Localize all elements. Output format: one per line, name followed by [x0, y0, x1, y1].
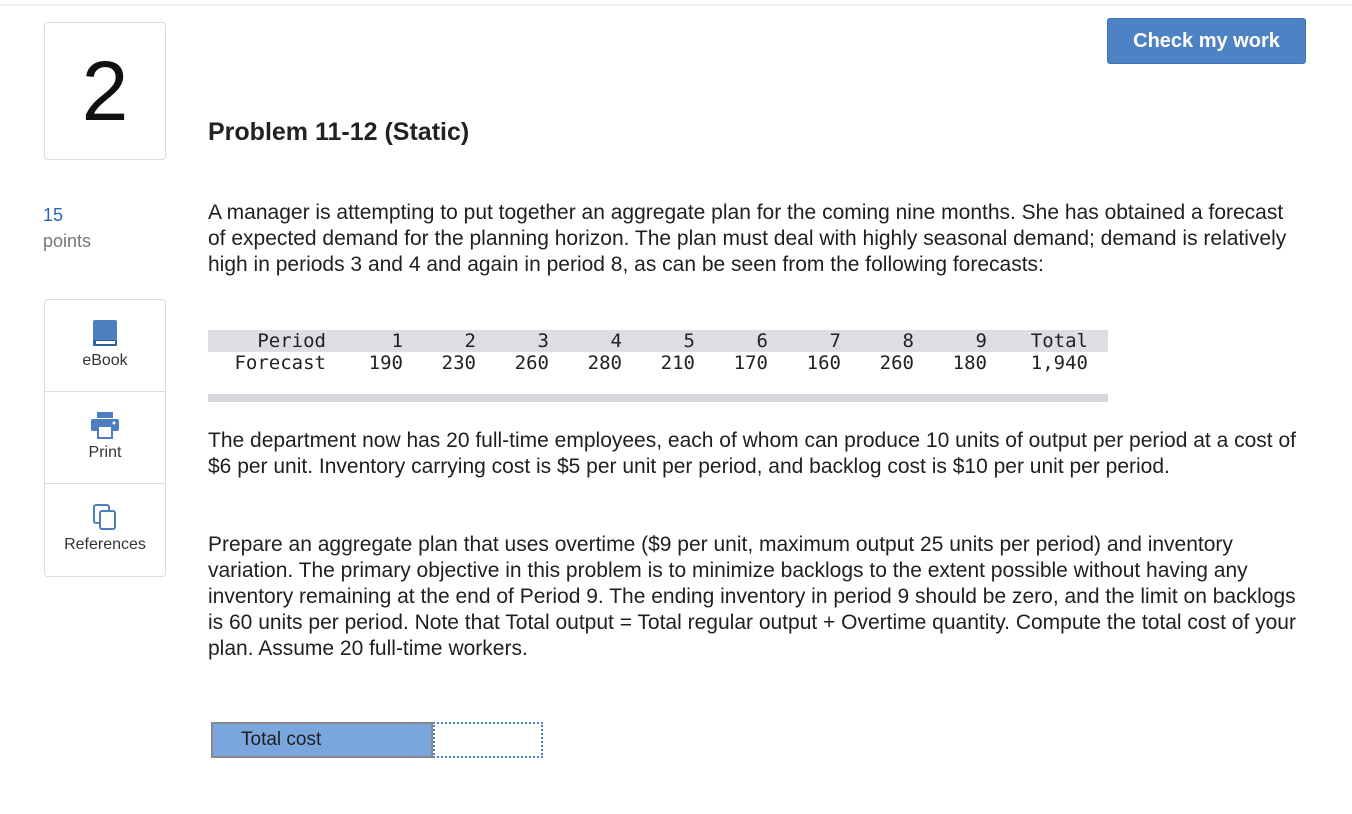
print-label: Print — [88, 444, 122, 461]
forecast-cell: 210 — [660, 352, 695, 374]
question-number: 2 — [44, 22, 166, 160]
total-cost-label: Total cost — [211, 722, 433, 758]
forecast-cell: 260 — [514, 352, 549, 374]
forecast-cell: 180 — [952, 352, 987, 374]
book-icon — [45, 318, 165, 348]
total-cost-input[interactable] — [433, 722, 543, 758]
forecast-cell: 280 — [587, 352, 622, 374]
period-row: Period 1 2 3 4 5 6 7 8 9 Total — [208, 330, 1108, 352]
period-cell: 4 — [549, 330, 622, 352]
ebook-button[interactable]: eBook — [45, 300, 165, 392]
period-cell: 3 — [476, 330, 549, 352]
period-cell: 5 — [622, 330, 695, 352]
points-label: points — [43, 231, 92, 251]
period-cell: 6 — [695, 330, 768, 352]
forecast-table: Period 1 2 3 4 5 6 7 8 9 Total Forecast … — [208, 330, 1108, 402]
period-cell-total: Total — [987, 330, 1088, 352]
copy-icon — [45, 502, 165, 532]
period-cell: 8 — [841, 330, 914, 352]
forecast-cell: 170 — [733, 352, 768, 374]
forecast-row: Forecast 190 230 260 280 210 170 160 260… — [208, 352, 1108, 374]
forecast-cell: 230 — [441, 352, 476, 374]
row-label-forecast: Forecast — [234, 352, 326, 374]
department-paragraph: The department now has 20 full-time empl… — [208, 429, 1296, 478]
instructions-paragraph: Prepare an aggregate plan that uses over… — [208, 533, 1296, 660]
forecast-cell: 260 — [879, 352, 914, 374]
period-cell: 2 — [403, 330, 476, 352]
table-bottom-rule — [208, 394, 1108, 402]
forecast-cell: 190 — [368, 352, 403, 374]
problem-title: Problem 11-12 (Static) — [208, 118, 470, 146]
check-my-work-button[interactable]: Check my work — [1107, 18, 1306, 64]
print-button[interactable]: Print — [45, 392, 165, 484]
tools-panel: eBook Print References — [44, 299, 166, 577]
top-divider — [0, 4, 1352, 6]
forecast-cell: 160 — [806, 352, 841, 374]
period-cell: 1 — [326, 330, 403, 352]
references-label: References — [64, 536, 146, 553]
forecast-cell-total: 1,940 — [1030, 352, 1088, 374]
ebook-label: eBook — [82, 352, 128, 369]
period-cell: 7 — [768, 330, 841, 352]
intro-paragraph: A manager is attempting to put together … — [208, 201, 1287, 276]
points-value: 15 — [43, 205, 64, 225]
references-button[interactable]: References — [45, 484, 165, 576]
printer-icon — [45, 410, 165, 440]
row-label-period: Period — [208, 330, 326, 352]
period-cell: 9 — [914, 330, 987, 352]
total-cost-row: Total cost — [211, 722, 543, 758]
